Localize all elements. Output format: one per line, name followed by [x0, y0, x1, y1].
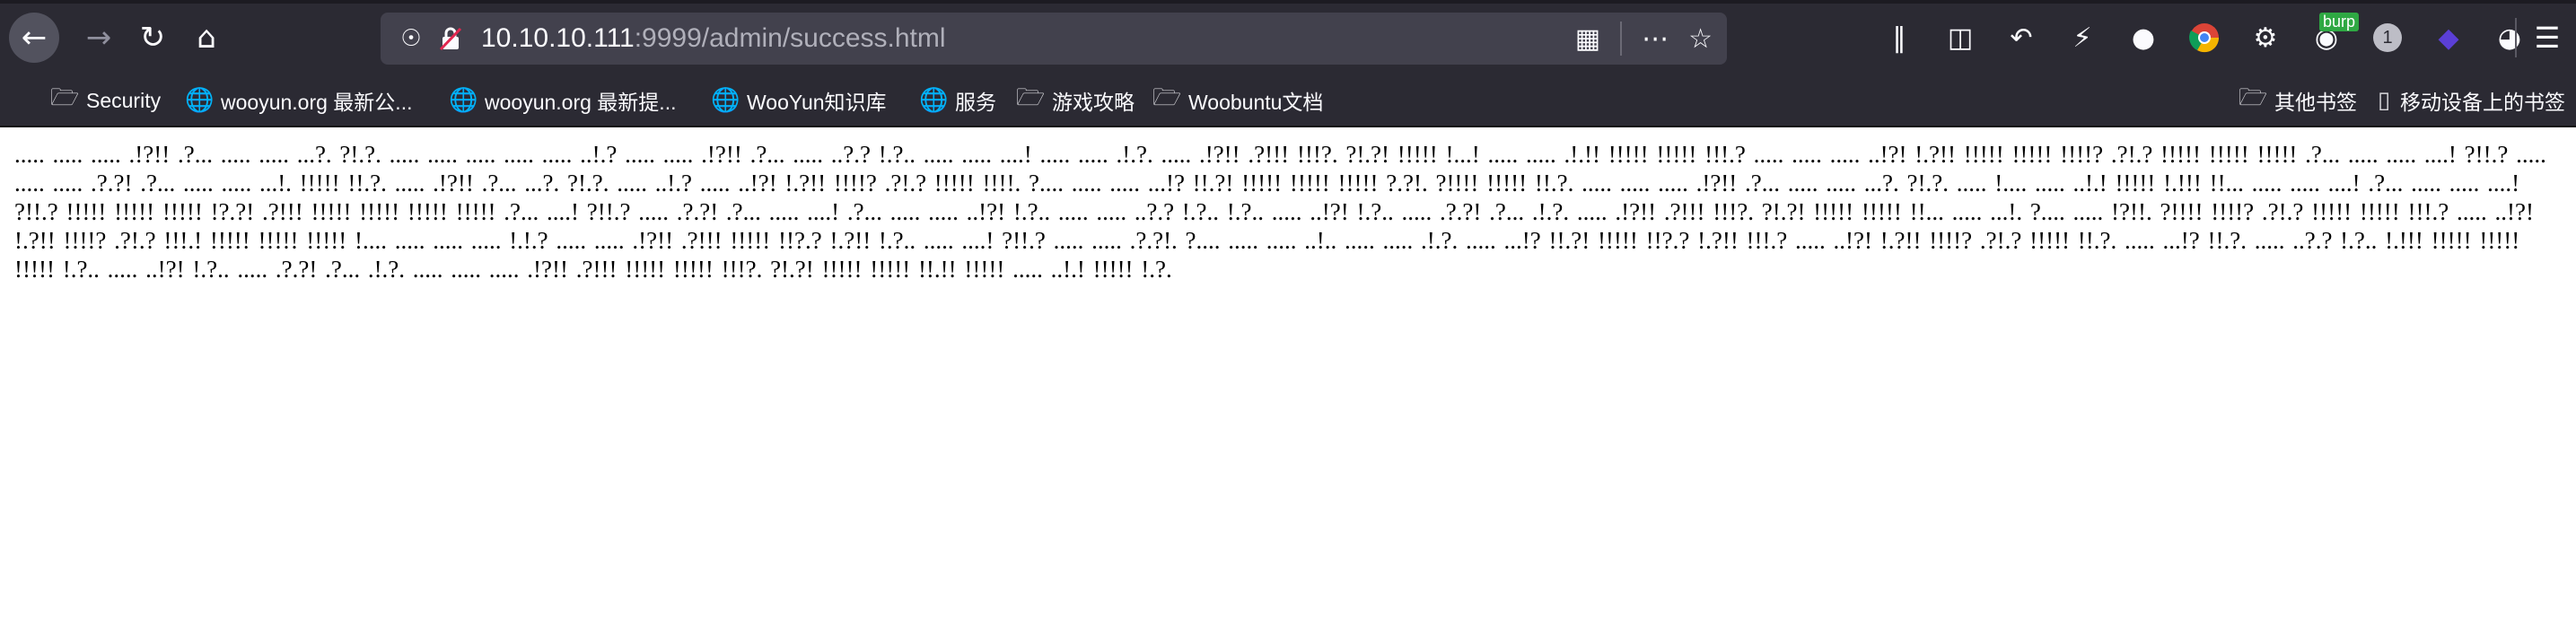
extension-monkey-icon[interactable]: ●: [2120, 14, 2167, 61]
bookmark-label: 游戏攻略: [1052, 91, 1135, 114]
toolbar-separator: [2515, 18, 2517, 57]
back-arrow-icon[interactable]: ←: [9, 13, 59, 63]
home-icon[interactable]: ⌂: [180, 13, 233, 63]
notification-count: 1: [2373, 23, 2402, 52]
bookmark-wooyun-latest-public[interactable]: 🌐 wooyun.org 最新公...: [185, 83, 412, 118]
bookmark-wooyun-knowledge[interactable]: 🌐 WooYun知识库: [711, 83, 887, 118]
reload-icon[interactable]: ↻: [126, 13, 180, 63]
url-host: 10.10.10.111: [481, 23, 635, 53]
tracking-shield-icon[interactable]: ☉: [393, 21, 429, 57]
globe-icon: 🌐: [711, 87, 740, 114]
folder-icon: 🗁: [2239, 84, 2268, 111]
bookmark-security[interactable]: 🗁 Security: [50, 83, 161, 118]
bookmark-label: Woobuntu文档: [1188, 91, 1324, 114]
bookmark-services[interactable]: 🌐 服务: [919, 83, 996, 118]
urlbar-separator: [1620, 22, 1623, 56]
forward-arrow-icon[interactable]: →: [72, 13, 126, 63]
chrome-svg: [2189, 23, 2220, 53]
hamburger-menu-icon[interactable]: ☰: [2524, 13, 2571, 63]
bookmark-star-icon[interactable]: ☆: [1688, 23, 1713, 55]
url-path: :9999/admin/success.html: [634, 23, 946, 53]
bookmark-label: wooyun.org 最新提...: [485, 91, 677, 114]
sidebar-icon[interactable]: ◫: [1937, 14, 1984, 61]
address-bar[interactable]: ☉ 10.10.10.111:9999/admin/success.html ▦…: [381, 13, 1727, 65]
browser-toolbar: ← → ↻ ⌂ ☉ 10.10.10.111:9999/admin/succes…: [0, 0, 2576, 75]
gear-icon[interactable]: ⚙: [2242, 14, 2289, 61]
bookmark-mobile-bookmarks[interactable]: ▯ 移动设备上的书签: [2377, 83, 2565, 118]
qr-code-icon[interactable]: ▦: [1575, 23, 1600, 55]
page-body-text: ..... ..... ..... .!?!! .?... ..... ....…: [14, 141, 2546, 283]
folder-icon: 🗁: [1152, 84, 1182, 111]
bookmark-label: wooyun.org 最新公...: [221, 91, 413, 114]
folder-icon: 🗁: [50, 84, 80, 111]
globe-icon: 🌐: [919, 87, 949, 114]
page-viewport: ..... ..... ..... .!?!! .?... ..... ....…: [0, 127, 2576, 619]
bookmark-label: Security: [86, 88, 162, 112]
globe-icon: 🌐: [449, 87, 478, 114]
extension-rabbit-icon[interactable]: ⚡: [2059, 14, 2106, 61]
burp-badge: burp: [2319, 13, 2360, 31]
toolbar-icons: ‖ ◫ ↶ ⚡ ● ⚙ ◉ burp 1 ◆ ◕: [1876, 13, 2533, 63]
insecure-lock-icon[interactable]: [433, 21, 469, 57]
bookmarks-bar: 🗁 Security 🌐 wooyun.org 最新公... 🌐 wooyun.…: [0, 75, 2576, 127]
bookmark-wooyun-latest-submitted[interactable]: 🌐 wooyun.org 最新提...: [449, 83, 676, 118]
extension-diamond-icon[interactable]: ◆: [2425, 14, 2472, 61]
notification-count-icon[interactable]: 1: [2364, 14, 2411, 61]
bookmark-game-guides[interactable]: 🗁 游戏攻略: [1016, 83, 1135, 118]
bookmark-label: WooYun知识库: [747, 91, 887, 114]
page-actions-icon[interactable]: ⋯: [1642, 23, 1669, 55]
url-text[interactable]: 10.10.10.111:9999/admin/success.html: [481, 23, 946, 54]
burp-extension-icon[interactable]: ◉ burp: [2303, 13, 2360, 61]
folder-icon: 🗁: [1016, 84, 1046, 111]
insecure-lock-svg: [439, 27, 462, 51]
bookmark-label: 其他书签: [2274, 91, 2357, 114]
globe-icon: 🌐: [185, 87, 215, 114]
urlbar-actions: ▦ ⋯ ☆: [1575, 13, 1713, 65]
library-icon[interactable]: ‖: [1876, 14, 1923, 61]
bookmark-woobuntu-docs[interactable]: 🗁 Woobuntu文档: [1152, 83, 1323, 118]
bookmark-label: 移动设备上的书签: [2400, 91, 2565, 114]
bookmark-label: 服务: [955, 91, 996, 114]
undo-arrow-icon[interactable]: ↶: [1998, 14, 2045, 61]
mobile-bookmark-icon: ▯: [2377, 87, 2391, 114]
bookmark-other-bookmarks[interactable]: 🗁 其他书签: [2239, 83, 2357, 118]
chrome-icon[interactable]: [2181, 14, 2228, 61]
